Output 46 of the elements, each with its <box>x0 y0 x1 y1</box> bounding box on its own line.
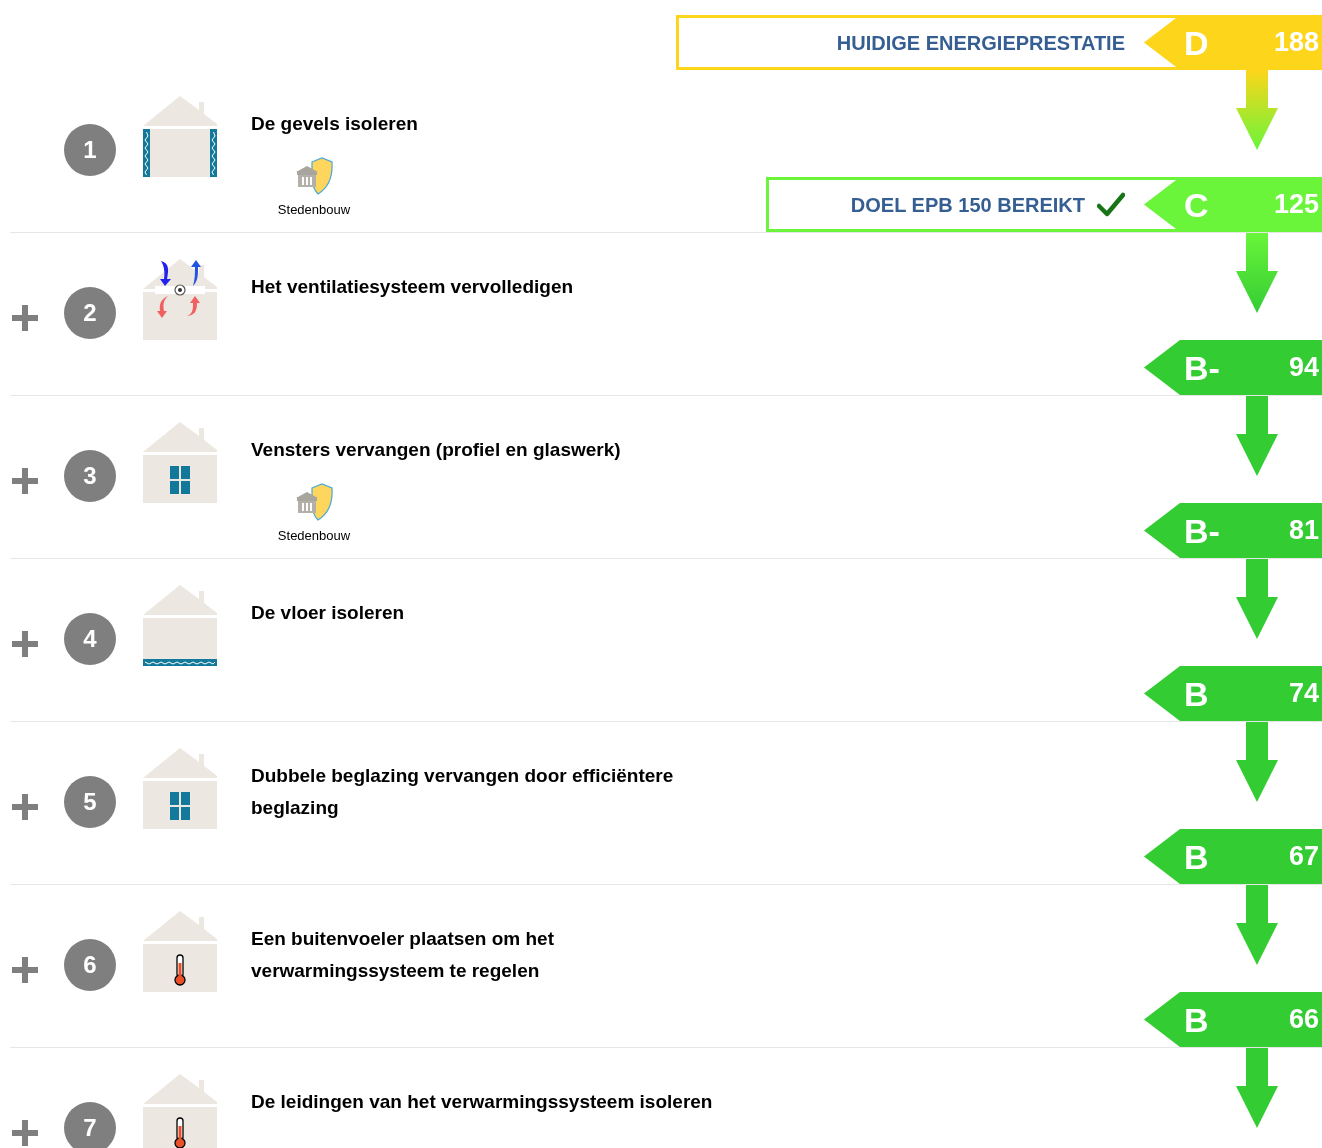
energy-value: 188 <box>1273 29 1319 56</box>
house-icon <box>143 748 217 829</box>
energy-value: 125 <box>1273 191 1319 218</box>
building-shield-icon <box>294 156 334 196</box>
energy-value: 81 <box>1288 517 1319 544</box>
expand-button[interactable] <box>12 794 38 820</box>
expand-button[interactable] <box>12 631 38 657</box>
step-title: De vloer isoleren <box>251 601 405 625</box>
energy-class: B <box>1184 839 1209 874</box>
energy-class: B <box>1184 1002 1209 1037</box>
expand-button[interactable] <box>12 1120 38 1146</box>
energy-value: 94 <box>1288 354 1319 381</box>
house-icon <box>143 96 217 177</box>
expand-button[interactable] <box>12 468 38 494</box>
energy-class: C <box>1184 187 1209 222</box>
energy-class: D <box>1184 25 1209 60</box>
building-shield-icon <box>294 482 334 522</box>
energy-class: B <box>1184 676 1209 711</box>
house-icon <box>143 422 217 503</box>
step-number: 6 <box>64 939 116 991</box>
house-icon <box>143 911 217 992</box>
energy-value: 66 <box>1288 1006 1319 1033</box>
banner-text: HUIDIGE ENERGIEPRESTATIE <box>836 30 1125 56</box>
step-number: 1 <box>64 124 116 176</box>
energy-value: 74 <box>1288 680 1319 707</box>
energy-class: B- <box>1184 513 1220 548</box>
step-number: 2 <box>64 287 116 339</box>
step-number: 7 <box>64 1102 116 1148</box>
step-title: De leidingen van het verwarmingssysteem isoleren <box>251 1090 713 1114</box>
house-icon <box>143 585 217 666</box>
house-icon <box>143 259 217 340</box>
step-title: Een buitenvoeler plaatsen om het verwarmingssysteem te regelen <box>251 927 556 983</box>
step-number: 5 <box>64 776 116 828</box>
permit-label: Stedenbouw <box>277 201 351 219</box>
energy-class: B- <box>1184 350 1220 385</box>
expand-button[interactable] <box>12 305 38 331</box>
expand-button[interactable] <box>12 957 38 983</box>
energy-value: 67 <box>1288 843 1319 870</box>
step-title: Het ventilatiesysteem vervolledigen <box>251 275 574 299</box>
permit-label: Stedenbouw <box>277 527 351 545</box>
step-title: Dubbele beglazing vervangen door efficiëntere beglazing <box>251 764 675 820</box>
banner-text: DOEL EPB 150 BEREIKT <box>850 192 1085 218</box>
step-title: Vensters vervangen (profiel en glaswerk) <box>251 438 621 462</box>
step-title: De gevels isoleren <box>251 112 418 136</box>
step-number: 4 <box>64 613 116 665</box>
step-number: 3 <box>64 450 116 502</box>
